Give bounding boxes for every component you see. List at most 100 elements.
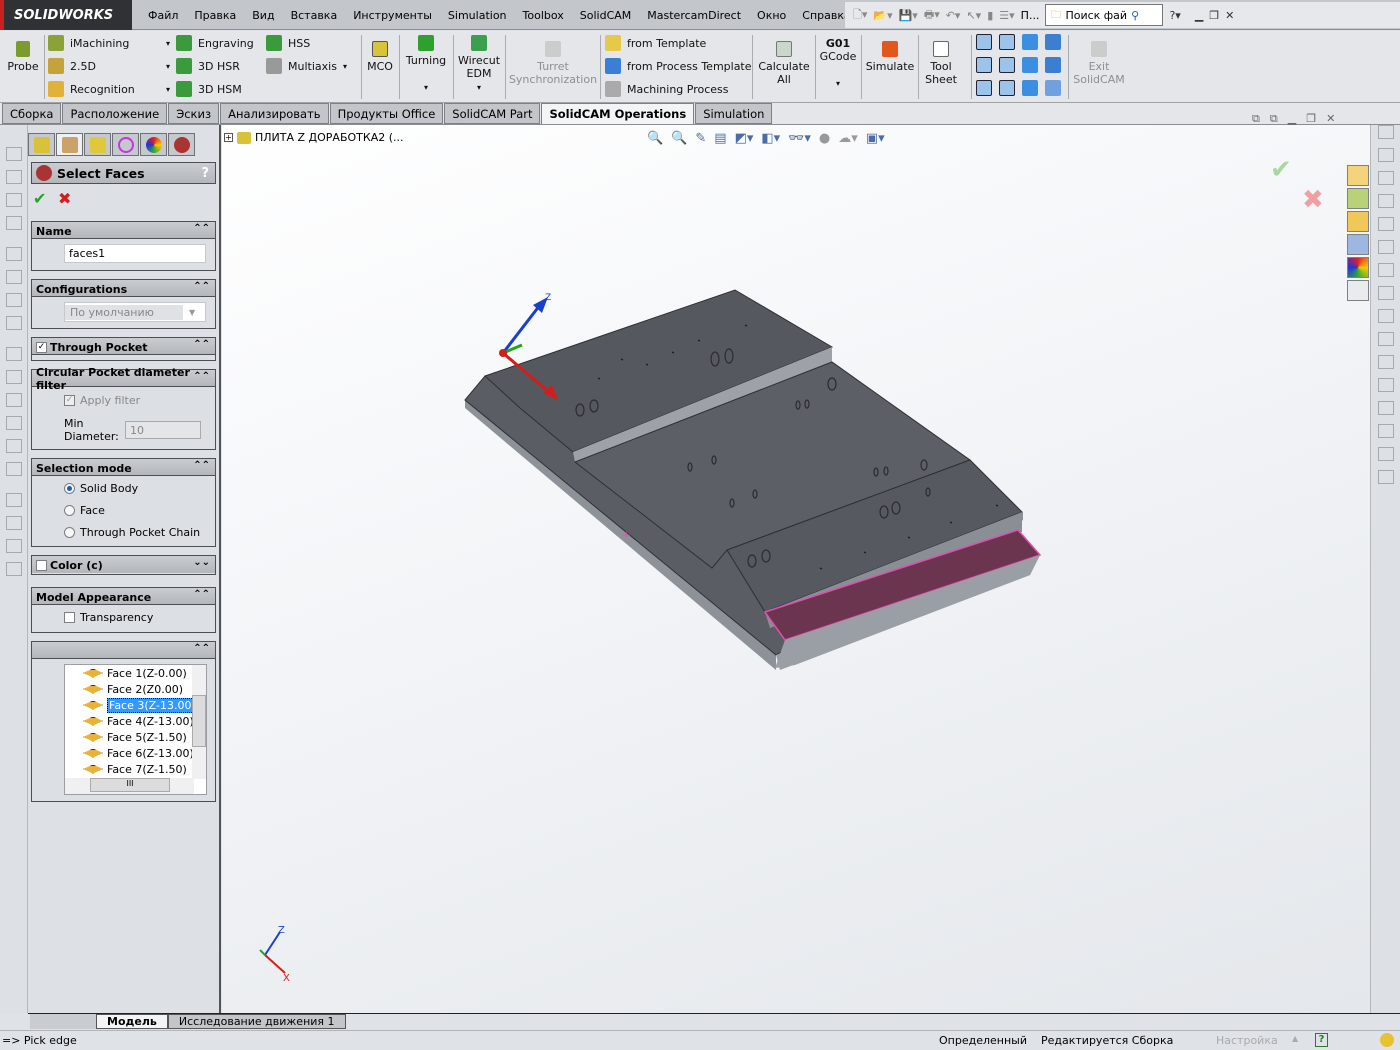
tab-solidcam-part[interactable]: SolidCAM Part xyxy=(444,103,541,124)
tool-sheet-button[interactable]: Tool Sheet xyxy=(922,41,960,86)
2-5d-button[interactable]: 2.5D xyxy=(48,58,96,74)
model-view[interactable]: Z + Z X xyxy=(222,125,1370,1013)
toolbar-icon[interactable] xyxy=(6,493,22,507)
tab-evaluate[interactable]: Анализировать xyxy=(220,103,329,124)
menu-solidcam[interactable]: SolidCAM xyxy=(572,9,640,22)
file-explorer-icon[interactable] xyxy=(1347,211,1369,232)
face-list-item[interactable]: Face 5(Z-1.50) xyxy=(65,729,206,745)
toolbar-icon[interactable] xyxy=(6,170,22,184)
toolbar-icon[interactable] xyxy=(1378,447,1394,461)
menu-edit[interactable]: Правка xyxy=(186,9,244,22)
view-icon[interactable] xyxy=(976,34,992,50)
solidworks-logo[interactable]: SOLIDWORKS xyxy=(0,0,132,30)
apply-filter-checkbox[interactable]: ✓ xyxy=(64,395,75,406)
toolbar-icon[interactable] xyxy=(1378,263,1394,277)
design-library-icon[interactable] xyxy=(1347,188,1369,209)
tab-model[interactable]: Модель xyxy=(96,1014,168,1029)
toolbar-icon[interactable] xyxy=(1378,355,1394,369)
group-header[interactable]: Model Appearance ⌃⌃ xyxy=(32,588,215,605)
cancel-x-icon[interactable]: ✖ xyxy=(58,189,71,208)
toolbar-icon[interactable] xyxy=(6,562,22,576)
toolbar-icon[interactable] xyxy=(1378,125,1394,139)
dropdown-icon[interactable]: ▾ xyxy=(166,39,170,48)
property-tab[interactable] xyxy=(56,133,83,156)
transparency-checkbox[interactable] xyxy=(64,612,75,623)
search-input[interactable]: 🗀 Поиск фай ⚲ xyxy=(1045,4,1164,26)
group-header[interactable]: Circular Pocket diameter filter ⌃⌃ xyxy=(32,366,215,392)
toolbar-icon[interactable] xyxy=(1378,240,1394,254)
chevron-up-icon[interactable]: ▲ xyxy=(1292,1034,1298,1043)
cube-icon[interactable] xyxy=(1022,57,1038,73)
gcode-button[interactable]: G01 GCode ▾ xyxy=(818,37,858,89)
tab-assembly[interactable]: Сборка xyxy=(2,103,62,124)
solidcam-tab[interactable] xyxy=(168,133,195,156)
toolbar-icon[interactable] xyxy=(1378,217,1394,231)
menu-view[interactable]: Вид xyxy=(244,9,282,22)
close-icon[interactable]: ✕ xyxy=(1225,9,1234,22)
menu-insert[interactable]: Вставка xyxy=(283,9,346,22)
ok-check-icon[interactable]: ✔ xyxy=(33,189,46,208)
face-list-item[interactable]: Face 1(Z-0.00) xyxy=(65,665,206,681)
multiaxis-button[interactable]: Multiaxis ▾ xyxy=(266,58,347,74)
apply-filter-row[interactable]: ✓ Apply filter xyxy=(64,394,140,407)
calculate-all-button[interactable]: Calculate All xyxy=(756,41,812,86)
group-header[interactable]: Selection mode ⌃⌃ xyxy=(32,459,215,476)
faces-list[interactable]: Face 1(Z-0.00) Face 2(Z0.00) Face 3(Z-13.0… xyxy=(64,664,207,795)
expand-icon[interactable]: ⌄⌄ xyxy=(193,557,210,568)
wirecut-edm-button[interactable]: Wirecut EDM ▾ xyxy=(456,35,502,93)
collapse-icon[interactable]: ⌃⌃ xyxy=(193,460,210,471)
tab-layout[interactable]: Расположение xyxy=(62,103,168,124)
view-icon[interactable] xyxy=(999,57,1015,73)
config-tab[interactable] xyxy=(84,133,111,156)
select-icon[interactable]: ↖▾ xyxy=(966,9,981,22)
toolbar-icon[interactable] xyxy=(1378,171,1394,185)
feature-tree-tab[interactable] xyxy=(28,133,55,156)
toolbar-icon[interactable] xyxy=(1378,332,1394,346)
collapse-icon[interactable]: ⌃⌃ xyxy=(193,339,210,350)
menu-window[interactable]: Окно xyxy=(749,9,794,22)
options-icon[interactable]: ☰▾ xyxy=(999,9,1014,22)
transparency-row[interactable]: Transparency xyxy=(64,611,153,624)
toolbar-icon[interactable] xyxy=(6,439,22,453)
new-icon[interactable]: 🗋▾ xyxy=(853,6,867,25)
graphics-area[interactable]: + ПЛИТА Z ДОРАБОТКА2 (... 🔍 🔍 ✎ ▤ ◩▾ ◧▾ 👓▾ ● ☁▾ ▣… xyxy=(222,112,1370,1013)
radio-icon[interactable] xyxy=(64,483,75,494)
collapse-icon[interactable]: ⌃⌃ xyxy=(193,643,210,654)
engraving-button[interactable]: ▾ Engraving xyxy=(166,35,254,51)
dropdown-icon[interactable]: ▾ xyxy=(166,62,170,71)
radio-icon[interactable] xyxy=(64,505,75,516)
view-palette-icon[interactable] xyxy=(1347,234,1369,255)
restore-icon[interactable]: ❐ xyxy=(1306,112,1316,126)
undo-icon[interactable]: ↶▾ xyxy=(946,9,961,22)
min-diameter-input[interactable]: 10 xyxy=(125,421,201,439)
through-pocket-checkbox[interactable]: ✓ xyxy=(36,341,47,353)
toolbar-icon[interactable] xyxy=(6,216,22,230)
dropdown-icon[interactable]: ▾ xyxy=(343,62,347,71)
turret-synchronization-button[interactable]: Turret Synchronization xyxy=(508,41,598,86)
color-checkbox[interactable] xyxy=(36,560,47,571)
minimize-icon[interactable]: ▁ xyxy=(1288,112,1296,126)
menu-mastercamdirect[interactable]: MastercamDirect xyxy=(639,9,749,22)
search-icon[interactable]: ⚲ xyxy=(1131,9,1139,22)
appearances-icon[interactable] xyxy=(1347,257,1369,278)
tile-left-icon[interactable]: ⧉ xyxy=(1252,112,1260,126)
scroll-thumb[interactable] xyxy=(192,695,206,747)
open-icon[interactable]: 📂▾ xyxy=(873,9,892,22)
toolbar-icon[interactable] xyxy=(6,147,22,161)
tab-motion-study[interactable]: Исследование движения 1 xyxy=(167,1014,346,1029)
tab-sketch[interactable]: Эскиз xyxy=(168,103,220,124)
toolbar-icon[interactable] xyxy=(6,347,22,361)
toolbar-icon[interactable] xyxy=(6,270,22,284)
close-icon[interactable]: ✕ xyxy=(1326,112,1335,126)
dropdown-icon[interactable]: ▾ xyxy=(477,83,481,92)
toolbar-icon[interactable] xyxy=(6,516,22,530)
toolbar-icon[interactable] xyxy=(6,316,22,330)
collapse-icon[interactable]: ⌃⌃ xyxy=(193,371,210,382)
view-icon[interactable] xyxy=(976,57,992,73)
exit-solidcam-button[interactable]: Exit SolidCAM xyxy=(1072,41,1126,86)
group-header[interactable]: Name ⌃⌃ xyxy=(32,222,215,239)
tile-right-icon[interactable]: ⧉ xyxy=(1270,112,1278,126)
save-icon[interactable]: 💾▾ xyxy=(899,9,918,22)
name-input[interactable]: faces1 xyxy=(64,244,206,263)
radio-icon[interactable] xyxy=(64,527,75,538)
